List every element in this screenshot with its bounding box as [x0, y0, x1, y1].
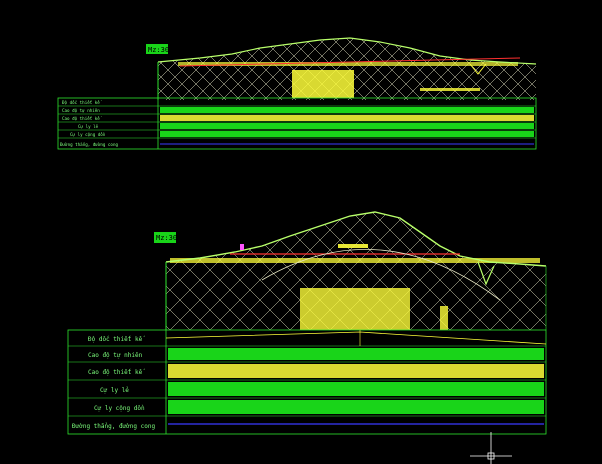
data-table-top: Ðộ dốc thiết kế Cao độ tự nhiên Cao độ t… [57, 97, 537, 150]
row-label-top-4: Cự ly cộng dồn [70, 132, 106, 137]
data-table-bottom: Ðộ dốc thiết kế Cao độ tự nhiên Cao độ t… [67, 329, 547, 435]
profile-drawing-top: Mz:30 Ðộ dốc thiết kế Cao độ tự nhiên Ca… [57, 37, 537, 150]
row-label-bottom-4: Cự ly cộng dồn [94, 405, 145, 412]
row-label-top-0: Ðộ dốc thiết kế [62, 100, 102, 105]
row-label-top-2: Cao độ thiết kế [62, 116, 102, 121]
scale-tag-bottom-text: Mz:30 [156, 234, 177, 242]
crosshair-cursor-icon [470, 432, 512, 464]
row-label-bottom-1: Cao độ tự nhiên [88, 352, 143, 359]
profile-drawing-bottom: Mz:30 Ðộ dốc thiết kế Cao độ tự nhiên Ca… [67, 211, 547, 435]
cad-drawing-canvas[interactable]: Mz:30 Ðộ dốc thiết kế Cao độ tự nhiên Ca… [0, 0, 602, 464]
station-marker-magenta [240, 244, 244, 250]
row-label-top-3: Cự ly lẻ [78, 124, 99, 129]
row-label-top-1: Cao độ tự nhiên [62, 108, 100, 113]
row-label-bottom-2: Cao độ thiết kế [88, 369, 145, 376]
row-label-bottom-5: Đường thẳng, đường cong [72, 423, 155, 430]
scale-tag-top-text: Mz:30 [148, 46, 169, 54]
row-label-bottom-3: Cự ly lẻ [100, 387, 129, 394]
row-label-bottom-0: Ðộ dốc thiết kế [88, 336, 145, 343]
row-label-top-5: Đường thẳng, đường cong [60, 142, 118, 147]
